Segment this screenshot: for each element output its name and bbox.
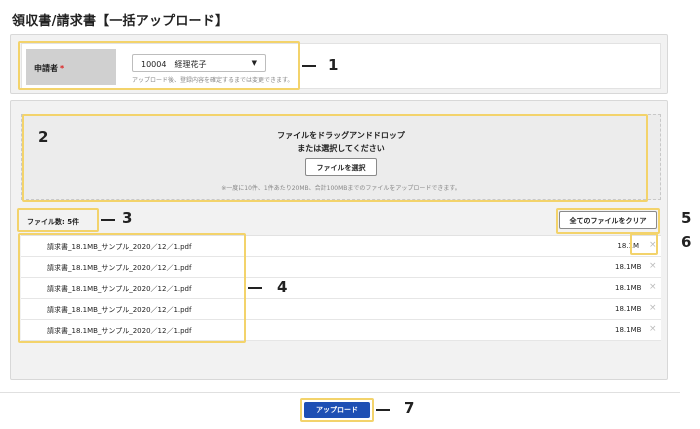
highlight-remove [630, 233, 658, 255]
callout-4: 4 [277, 278, 288, 296]
callout-2: 2 [38, 128, 49, 146]
highlight-file-list [18, 233, 246, 343]
file-size: 18.1MB [615, 326, 642, 334]
callout-7: 7 [404, 399, 415, 417]
footer-divider [0, 392, 680, 393]
file-size: 18.1MB [615, 263, 642, 271]
highlight-clear-all [556, 208, 660, 234]
remove-file-icon[interactable]: × [649, 261, 657, 271]
callout-leader-1 [302, 65, 316, 67]
callout-6: 6 [681, 233, 692, 251]
file-size: 18.1MB [615, 284, 642, 292]
remove-file-icon[interactable]: × [649, 282, 657, 292]
page-title: 領収書/請求書【一括アップロード】 [12, 14, 229, 29]
callout-leader-7 [376, 409, 390, 411]
remove-file-icon[interactable]: × [649, 324, 657, 334]
callout-3: 3 [122, 209, 133, 227]
callout-1: 1 [328, 56, 339, 74]
file-size: 18.1MB [615, 305, 642, 313]
callout-leader-4 [248, 287, 262, 289]
remove-file-icon[interactable]: × [649, 303, 657, 313]
callout-5: 5 [681, 209, 692, 227]
highlight-upload [300, 398, 374, 422]
highlight-dropzone [22, 114, 648, 202]
highlight-applicant [18, 41, 300, 90]
callout-leader-3 [101, 219, 115, 221]
highlight-file-count [17, 208, 99, 232]
